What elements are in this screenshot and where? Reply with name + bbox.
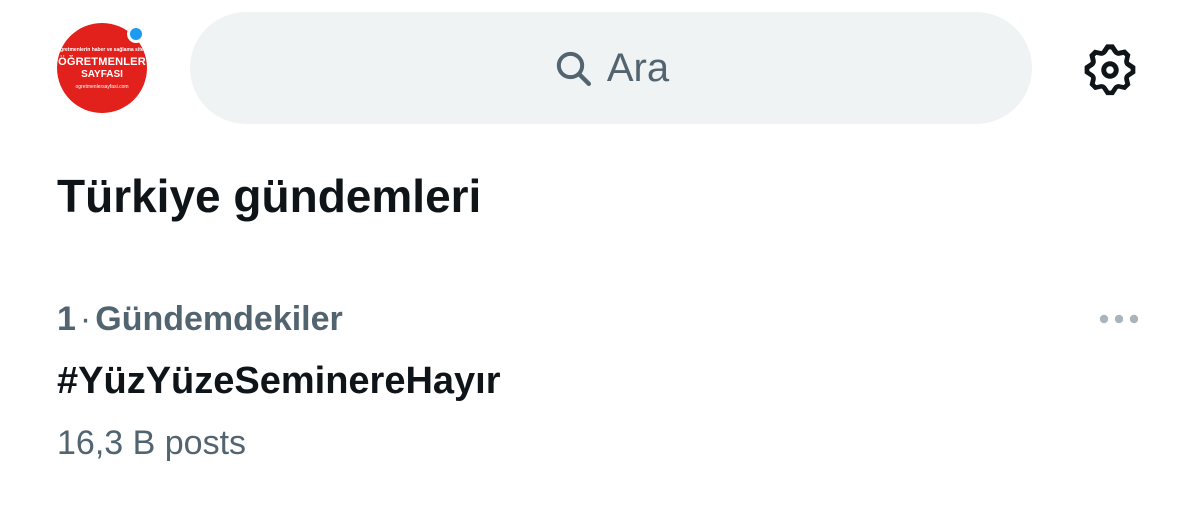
search-icon	[556, 51, 591, 87]
gear-icon[interactable]	[1080, 40, 1140, 100]
page-title: Türkiye gündemleri	[57, 170, 482, 222]
trend-item[interactable]: 1 · Gündemdekiler #YüzYüzeSeminereHayır 16…	[0, 290, 1200, 480]
avatar-name-line2: SAYFASI	[81, 68, 123, 80]
avatar-name-line1: ÖĞRETMENLER	[58, 55, 146, 68]
trend-separator: ·	[79, 300, 92, 338]
trend-post-count: 16,3 B posts	[57, 424, 247, 462]
avatar-tagline: Öğretmenlerin haber ve sağlama sitesi	[56, 46, 148, 53]
search-bar[interactable]: Ara	[190, 12, 1032, 124]
trend-rank: 1	[57, 300, 76, 338]
profile-avatar[interactable]: Öğretmenlerin haber ve sağlama sitesi ÖĞ…	[56, 23, 148, 113]
status-dot	[127, 25, 145, 43]
trend-name[interactable]: #YüzYüzeSeminereHayır	[57, 360, 501, 403]
trend-category: Gündemdekiler	[95, 300, 343, 338]
avatar-url: ogretmenlersayfasi.com	[75, 83, 129, 90]
more-horizontal-icon[interactable]	[1096, 308, 1142, 330]
trend-meta: 1 · Gündemdekiler	[57, 300, 343, 339]
search-input[interactable]: Ara	[607, 46, 669, 91]
